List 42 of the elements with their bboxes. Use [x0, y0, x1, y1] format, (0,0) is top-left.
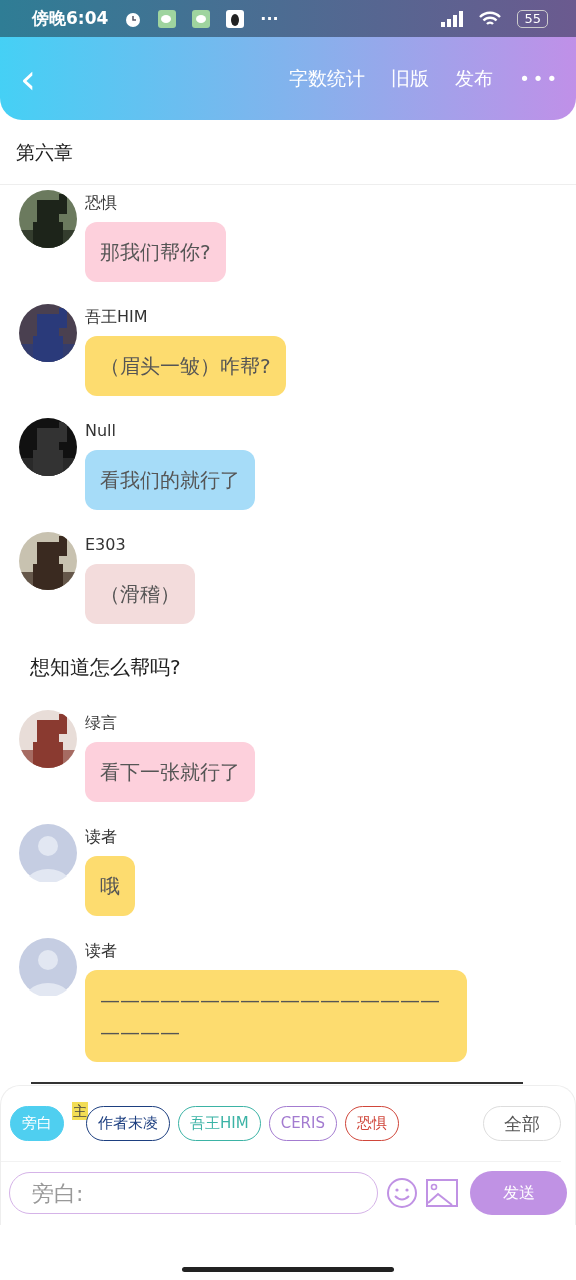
speaker-name: Null: [85, 420, 117, 442]
speaker-name: 读者: [85, 826, 118, 848]
narration-text: 想知道怎么帮吗?: [29, 654, 182, 681]
wifi-icon: [479, 10, 502, 27]
owner-badge: 主: [72, 1102, 88, 1120]
avatar-icon: [19, 824, 77, 882]
header-action[interactable]: 字数统计: [289, 64, 366, 93]
role-chip[interactable]: 吾王HIM: [178, 1106, 261, 1141]
image-icon[interactable]: [426, 1179, 458, 1207]
clock-time: 傍晚6:04: [32, 6, 109, 30]
message-bubble: 看下一张就行了: [85, 742, 255, 802]
avatar-icon: [19, 938, 77, 996]
speaker-name: 绿言: [85, 712, 118, 734]
message-input[interactable]: 旁白:: [9, 1172, 378, 1214]
more-notifications: ···: [260, 7, 279, 30]
chat-app-icon: [192, 9, 211, 28]
role-chip[interactable]: 作者末凌: [86, 1106, 170, 1141]
all-roles-button[interactable]: 全部: [483, 1106, 561, 1141]
back-button[interactable]: ‹: [20, 58, 36, 99]
message-bubble: （眉头一皱）咋帮?: [85, 336, 286, 396]
message-bubble: —————————————————————: [85, 970, 467, 1062]
more-button[interactable]: •••: [519, 65, 560, 92]
battery-indicator: 55: [517, 9, 548, 28]
message-bubble: 那我们帮你?: [85, 222, 226, 282]
message-bubble: 看我们的就行了: [85, 450, 255, 510]
signal-icon: [441, 10, 464, 27]
chapter-title: 第六章: [0, 120, 576, 185]
penguin-icon: [226, 9, 245, 28]
message-bubble: 哦: [85, 856, 135, 916]
speaker-name: 读者: [85, 940, 118, 962]
chat-app-icon: [158, 9, 177, 28]
speaker-name: 恐惧: [85, 192, 118, 214]
speaker-name: 吾王HIM: [85, 306, 149, 328]
smiley-icon[interactable]: [386, 1177, 418, 1209]
role-chip[interactable]: 旁白: [10, 1106, 64, 1141]
role-chip[interactable]: CERIS: [268, 1106, 337, 1141]
header-action[interactable]: 发布: [455, 64, 494, 93]
send-button[interactable]: 发送: [470, 1171, 567, 1215]
speaker-name: E303: [85, 534, 127, 556]
role-chip[interactable]: 恐惧: [345, 1106, 399, 1141]
header-action[interactable]: 旧版: [391, 64, 430, 93]
message-bubble: （滑稽）: [85, 564, 195, 624]
